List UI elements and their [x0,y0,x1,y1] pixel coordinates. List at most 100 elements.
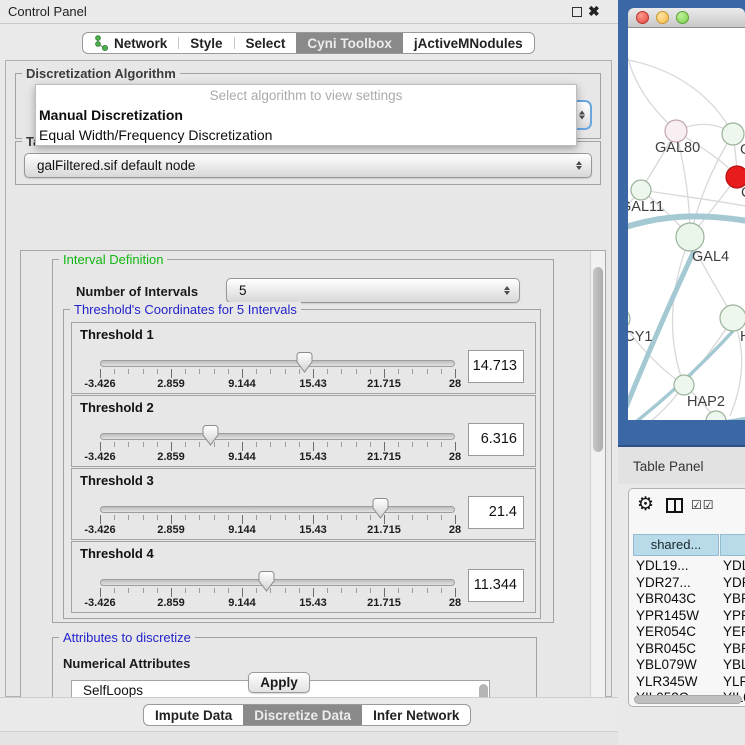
table-hscrollbar-thumb[interactable] [634,695,742,704]
major-tick [100,515,101,524]
slider-thumb[interactable] [372,498,389,519]
minor-tick [341,515,342,520]
table-cell-shared-name[interactable]: YPR145W [636,608,699,623]
close-traffic-light-icon[interactable] [636,11,649,24]
major-tick [100,369,101,378]
minor-tick [143,588,144,593]
tab-network[interactable]: Network [83,33,178,53]
slider-thumb[interactable] [202,425,219,446]
network-node[interactable] [676,223,704,251]
settings-scrollbar[interactable] [590,251,605,727]
tab-cyni-toolbox[interactable]: Cyni Toolbox [296,33,403,53]
threshold-value-field[interactable]: 11.344 [468,569,524,602]
float-window-icon[interactable] [572,7,582,17]
column-header-name[interactable]: n [720,534,745,556]
slider-tick-labels: -3.4262.8599.14415.4321.71528 [100,524,455,538]
table-data-combobox[interactable]: galFiltered.sif default node [24,153,592,178]
tab-discretize-data[interactable]: Discretize Data [243,705,362,725]
tab-style[interactable]: Style [179,33,233,53]
close-icon[interactable]: ✖ [588,3,600,20]
threshold-value-field[interactable]: 6.316 [468,423,524,456]
slider-track[interactable] [100,360,455,367]
table-cell-name[interactable]: YLR3 [723,674,745,689]
network-node[interactable] [720,305,745,331]
split-pane-icon[interactable] [666,498,683,513]
table-cell-shared-name[interactable]: YBL079W [636,657,697,672]
table-cell-shared-name[interactable]: YLR345W [636,674,698,689]
network-node-label: GAL11 [628,199,664,215]
network-node[interactable] [674,375,694,395]
tab-infer-network[interactable]: Infer Network [362,705,470,725]
network-node[interactable] [631,180,651,200]
slider-track[interactable] [100,506,455,513]
slider-thumb[interactable] [296,352,313,373]
major-tick [455,369,456,378]
table-cell-name[interactable]: YBR0 [723,641,745,656]
table-cell-shared-name[interactable]: YBR043C [636,591,696,606]
tab-select[interactable]: Select [235,33,297,53]
major-tick [455,515,456,524]
network-canvas[interactable]: GAL80GACGAL11GAL4GCY1HHAP2 [628,28,745,420]
table-cell-shared-name[interactable]: YDR27... [636,575,691,590]
dropdown-option-equal-width[interactable]: Equal Width/Frequency Discretization [36,125,576,145]
apply-button[interactable]: Apply [248,672,310,693]
network-node[interactable] [628,309,630,329]
minor-tick [270,442,271,447]
algorithm-dropdown-popup: Select algorithm to view settings Manual… [35,84,577,146]
table-cell-name[interactable]: YBR0 [723,591,745,606]
minor-tick [327,588,328,593]
major-tick [455,442,456,451]
minor-tick [398,588,399,593]
discretization-algorithm-group-title: Discretization Algorithm [22,66,180,81]
minor-tick [256,515,257,520]
table-cell-shared-name[interactable]: YBR045C [636,641,696,656]
top-tab-row: Network Style Select Cyni Toolbox jActiv… [0,24,618,60]
minor-tick [327,369,328,374]
slider-tick-label: 2.859 [139,524,203,536]
major-tick [171,588,172,597]
tab-jactivemnodules[interactable]: jActiveMNodules [403,33,534,53]
slider-track[interactable] [100,433,455,440]
gear-icon[interactable]: ⚙ [637,493,654,516]
zoom-traffic-light-icon[interactable] [676,11,689,24]
number-of-intervals-combobox[interactable]: 5 [226,278,520,303]
minor-tick [256,369,257,374]
minor-tick [285,369,286,374]
table-cell-name[interactable]: YER0 [723,624,745,639]
threshold-value-field[interactable]: 14.713 [468,350,524,383]
major-tick [384,588,385,597]
slider-tick-labels: -3.4262.8599.14415.4321.71528 [100,597,455,611]
table-cell-name[interactable]: YDR2 [723,575,745,590]
table-cell-shared-name[interactable]: YDL19... [636,558,689,573]
slider-track[interactable] [100,579,455,586]
table-cell-name[interactable]: YBL0 [723,657,745,672]
control-panel-titlebar: Control Panel ✖ [0,0,618,24]
slider-tick-label: 9.144 [210,378,274,390]
network-window-titlebar[interactable] [628,8,745,28]
table-cell-name[interactable]: YPR1 [723,608,745,623]
minimize-traffic-light-icon[interactable] [656,11,669,24]
attributes-group-title: Attributes to discretize [59,630,195,645]
tab-impute-data[interactable]: Impute Data [144,705,243,725]
minor-tick [412,515,413,520]
minor-tick [299,588,300,593]
network-node[interactable] [665,120,687,142]
slider-tick-label: 21.715 [352,597,416,609]
network-node[interactable] [706,411,726,420]
checkbox-columns-icon[interactable]: ☑☑ [691,498,715,512]
threshold-value-field[interactable]: 21.4 [468,496,524,529]
network-view-window[interactable]: GAL80GACGAL11GAL4GCY1HHAP2 [618,0,745,447]
tab-label: jActiveMNodules [414,36,523,51]
table-cell-shared-name[interactable]: YER054C [636,624,696,639]
tab-label: Impute Data [155,708,232,723]
dropdown-option-manual-discretization[interactable]: Manual Discretization [36,105,576,125]
minor-tick [341,588,342,593]
minor-tick [185,369,186,374]
settings-scrollbar-thumb[interactable] [593,267,603,452]
table-cell-name[interactable]: YDL1 [723,558,745,573]
minor-tick [214,515,215,520]
slider-thumb[interactable] [258,571,275,592]
column-header-shared-name[interactable]: shared... [633,534,719,556]
minor-tick [199,442,200,447]
slider-tick-label: 21.715 [352,378,416,390]
